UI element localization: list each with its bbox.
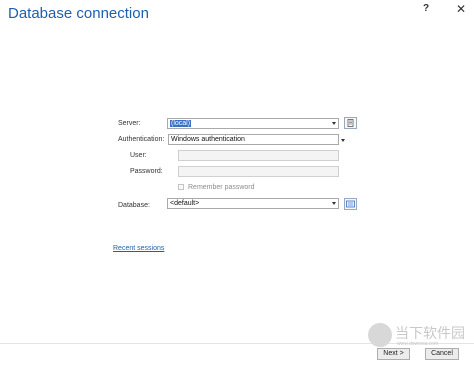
close-button[interactable]: ✕ xyxy=(456,2,466,16)
watermark-circle-icon xyxy=(368,323,392,347)
database-combobox[interactable]: <default> xyxy=(167,198,339,209)
authentication-value: Windows authentication xyxy=(171,136,245,143)
database-label: Database: xyxy=(118,202,150,209)
user-field[interactable] xyxy=(178,150,339,161)
server-value: (local) xyxy=(170,120,192,127)
chevron-down-icon[interactable] xyxy=(332,202,336,205)
server-browse-icon xyxy=(347,119,354,127)
next-button[interactable]: Next > xyxy=(377,348,410,360)
remember-password-label: Remember password xyxy=(188,184,255,191)
server-combobox[interactable]: (local) xyxy=(167,118,339,129)
authentication-label: Authentication: xyxy=(118,136,165,143)
cancel-button[interactable]: Cancel xyxy=(425,348,459,360)
database-browse-icon xyxy=(346,200,355,208)
dialog-title: Database connection xyxy=(8,5,149,22)
watermark-subtext: www.downxia.com xyxy=(397,341,439,347)
chevron-down-icon[interactable] xyxy=(332,122,336,125)
browse-server-button[interactable] xyxy=(344,117,357,129)
browse-database-button[interactable] xyxy=(344,198,357,210)
user-label: User: xyxy=(130,152,147,159)
watermark-logo: 当下软件园 www.downxia.com xyxy=(368,322,468,350)
database-value: <default> xyxy=(170,200,200,207)
help-button[interactable]: ? xyxy=(423,3,429,14)
authentication-dropdown-icon[interactable] xyxy=(341,139,345,142)
password-field[interactable] xyxy=(178,166,339,177)
recent-sessions-link[interactable]: Recent sessions xyxy=(113,245,164,252)
authentication-select[interactable]: Windows authentication xyxy=(168,134,339,145)
server-label: Server: xyxy=(118,120,141,127)
watermark-text: 当下软件园 xyxy=(395,326,465,342)
remember-password-checkbox[interactable] xyxy=(178,184,184,190)
password-label: Password: xyxy=(130,168,163,175)
